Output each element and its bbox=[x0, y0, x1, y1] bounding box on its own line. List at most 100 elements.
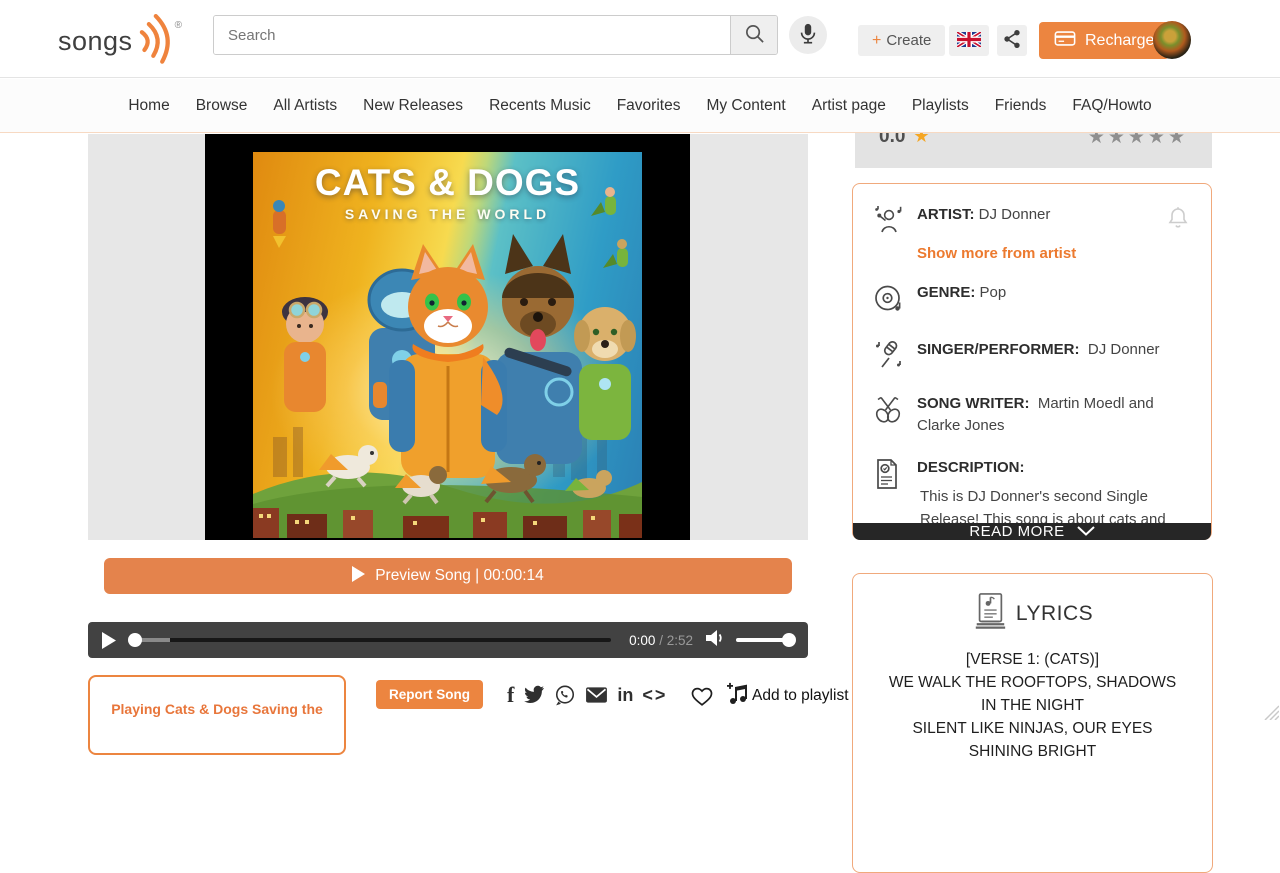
lyrics-panel: LYRICS [VERSE 1: (CATS)] WE WALK THE ROO… bbox=[852, 573, 1213, 873]
genre-vinyl-icon bbox=[873, 282, 917, 319]
genre-label: GENRE: bbox=[917, 284, 975, 301]
lyrics-line: WE WALK THE ROOFTOPS, SHADOWS IN THE NIG… bbox=[879, 671, 1186, 717]
read-more-label: READ MORE bbox=[969, 523, 1064, 540]
embed-code-icon[interactable]: <> bbox=[642, 685, 667, 706]
genre-text: GENRE: Pop bbox=[917, 282, 1191, 319]
recharge-label: Recharge bbox=[1085, 32, 1154, 50]
twitter-icon[interactable] bbox=[523, 685, 545, 705]
description-label: DESCRIPTION: bbox=[917, 459, 1025, 476]
favorite-heart-icon[interactable] bbox=[690, 685, 714, 707]
registered-mark: ® bbox=[175, 20, 182, 31]
album-title-block: CATS & DOGS SAVING THE WORLD bbox=[253, 162, 642, 222]
volume-thumb[interactable] bbox=[782, 633, 796, 647]
nav-item-playlists[interactable]: Playlists bbox=[899, 79, 982, 132]
description-value: This is DJ Donner's second Single Releas… bbox=[917, 485, 1173, 523]
genre-value: Pop bbox=[980, 284, 1007, 301]
facebook-icon[interactable]: f bbox=[507, 682, 514, 708]
audio-player: 0:00 / 2:52 bbox=[88, 622, 808, 658]
volume-slider[interactable] bbox=[736, 638, 794, 642]
artist-label: ARTIST: bbox=[917, 206, 975, 223]
album-frame: CATS & DOGS SAVING THE WORLD bbox=[205, 134, 690, 540]
performer-row: SINGER/PERFORMER: DJ Donner bbox=[873, 339, 1191, 375]
writer-text: SONG WRITER: Martin Moedl and Clarke Jon… bbox=[917, 393, 1191, 437]
notification-bell-icon[interactable] bbox=[1167, 206, 1189, 233]
album-backdrop: CATS & DOGS SAVING THE WORLD bbox=[88, 134, 808, 540]
header: songs ® + Create bbox=[0, 0, 1280, 78]
progress-thumb[interactable] bbox=[128, 633, 142, 647]
search-icon bbox=[744, 23, 765, 47]
artist-value: DJ Donner bbox=[979, 206, 1051, 223]
report-song-button[interactable]: Report Song bbox=[376, 680, 483, 709]
add-to-playlist-button[interactable]: Add to playlist bbox=[726, 682, 849, 710]
preview-song-label: Preview Song | 00:00:14 bbox=[375, 567, 544, 585]
nav-item-all-artists[interactable]: All Artists bbox=[260, 79, 350, 132]
songwriter-guitars-icon bbox=[873, 393, 917, 437]
now-playing-label: Playing Cats & Dogs Saving the bbox=[111, 701, 323, 753]
microphone-icon bbox=[797, 22, 819, 49]
nav-item-home[interactable]: Home bbox=[115, 79, 182, 132]
nav-item-recents-music[interactable]: Recents Music bbox=[476, 79, 604, 132]
show-more-from-artist-link[interactable]: Show more from artist bbox=[917, 245, 1191, 262]
lyrics-text: [VERSE 1: (CATS)] WE WALK THE ROOFTOPS, … bbox=[853, 648, 1212, 763]
play-icon bbox=[352, 566, 365, 587]
email-icon[interactable] bbox=[585, 686, 608, 704]
create-label: Create bbox=[886, 32, 931, 49]
song-info-panel: ARTIST: DJ Donner Show more from artist … bbox=[852, 183, 1212, 540]
nav-item-my-content[interactable]: My Content bbox=[693, 79, 798, 132]
lyrics-header: LYRICS bbox=[853, 592, 1212, 635]
social-share-row: f in <> bbox=[507, 682, 676, 708]
add-to-playlist-icon bbox=[726, 682, 748, 710]
volume-icon[interactable] bbox=[705, 629, 724, 652]
song-page: { "header": { "logo": "songs", "register… bbox=[0, 0, 1280, 720]
buffered-segment bbox=[140, 638, 170, 642]
nav-item-faq-howto[interactable]: FAQ/Howto bbox=[1059, 79, 1164, 132]
time-separator: / bbox=[659, 633, 663, 648]
performer-label: SINGER/PERFORMER: bbox=[917, 341, 1080, 358]
lyrics-line: [VERSE 1: (CATS)] bbox=[879, 648, 1186, 671]
linkedin-icon[interactable]: in bbox=[617, 685, 633, 706]
album-subtitle: SAVING THE WORLD bbox=[253, 206, 642, 222]
search-button[interactable] bbox=[730, 16, 777, 54]
genre-row: GENRE: Pop bbox=[873, 282, 1191, 319]
sound-waves-icon bbox=[137, 12, 179, 71]
song-actions-row: Add to playlist bbox=[676, 682, 849, 710]
search-input[interactable] bbox=[214, 16, 730, 54]
lyrics-line: SILENT LIKE NINJAS, OUR EYES SHINING BRI… bbox=[879, 717, 1186, 763]
progress-bar[interactable] bbox=[130, 638, 611, 642]
album-title: CATS & DOGS bbox=[253, 162, 642, 204]
site-logo[interactable]: songs ® bbox=[58, 12, 186, 71]
nav-item-friends[interactable]: Friends bbox=[982, 79, 1060, 132]
resize-grip[interactable] bbox=[1257, 698, 1279, 720]
now-playing-marquee[interactable]: Playing Cats & Dogs Saving the bbox=[88, 675, 346, 755]
duration: 2:52 bbox=[667, 633, 693, 648]
logo-text: songs bbox=[58, 26, 133, 57]
writer-label: SONG WRITER: bbox=[917, 395, 1030, 412]
whatsapp-icon[interactable] bbox=[554, 684, 576, 706]
user-avatar[interactable] bbox=[1153, 21, 1191, 59]
description-row: DESCRIPTION: This is DJ Donner's second … bbox=[873, 457, 1191, 523]
uk-flag-icon bbox=[957, 32, 981, 50]
player-play-button[interactable] bbox=[102, 632, 116, 649]
nav-item-artist-page[interactable]: Artist page bbox=[799, 79, 899, 132]
add-to-playlist-label: Add to playlist bbox=[752, 687, 849, 705]
voice-search-button[interactable] bbox=[789, 16, 827, 54]
search-bar bbox=[213, 15, 778, 55]
lyrics-sheet-icon bbox=[972, 592, 1008, 635]
nav-item-browse[interactable]: Browse bbox=[183, 79, 261, 132]
recharge-button[interactable]: Recharge bbox=[1039, 22, 1169, 59]
share-button[interactable] bbox=[997, 25, 1027, 56]
chevron-down-icon bbox=[1077, 523, 1095, 540]
read-more-button[interactable]: READ MORE bbox=[853, 523, 1211, 540]
artist-icon bbox=[873, 204, 917, 240]
preview-song-button[interactable]: Preview Song | 00:00:14 bbox=[104, 558, 792, 594]
language-flag-button[interactable] bbox=[949, 25, 989, 56]
artist-text: ARTIST: DJ Donner bbox=[917, 204, 1191, 240]
main-nav: Home Browse All Artists New Releases Rec… bbox=[0, 79, 1280, 133]
create-button[interactable]: + Create bbox=[858, 25, 945, 56]
album-art-image: CATS & DOGS SAVING THE WORLD bbox=[253, 152, 642, 538]
description-text-block: DESCRIPTION: This is DJ Donner's second … bbox=[917, 457, 1191, 523]
nav-item-favorites[interactable]: Favorites bbox=[604, 79, 694, 132]
description-document-icon bbox=[873, 457, 917, 523]
time-display: 0:00 / 2:52 bbox=[629, 633, 693, 648]
nav-item-new-releases[interactable]: New Releases bbox=[350, 79, 476, 132]
